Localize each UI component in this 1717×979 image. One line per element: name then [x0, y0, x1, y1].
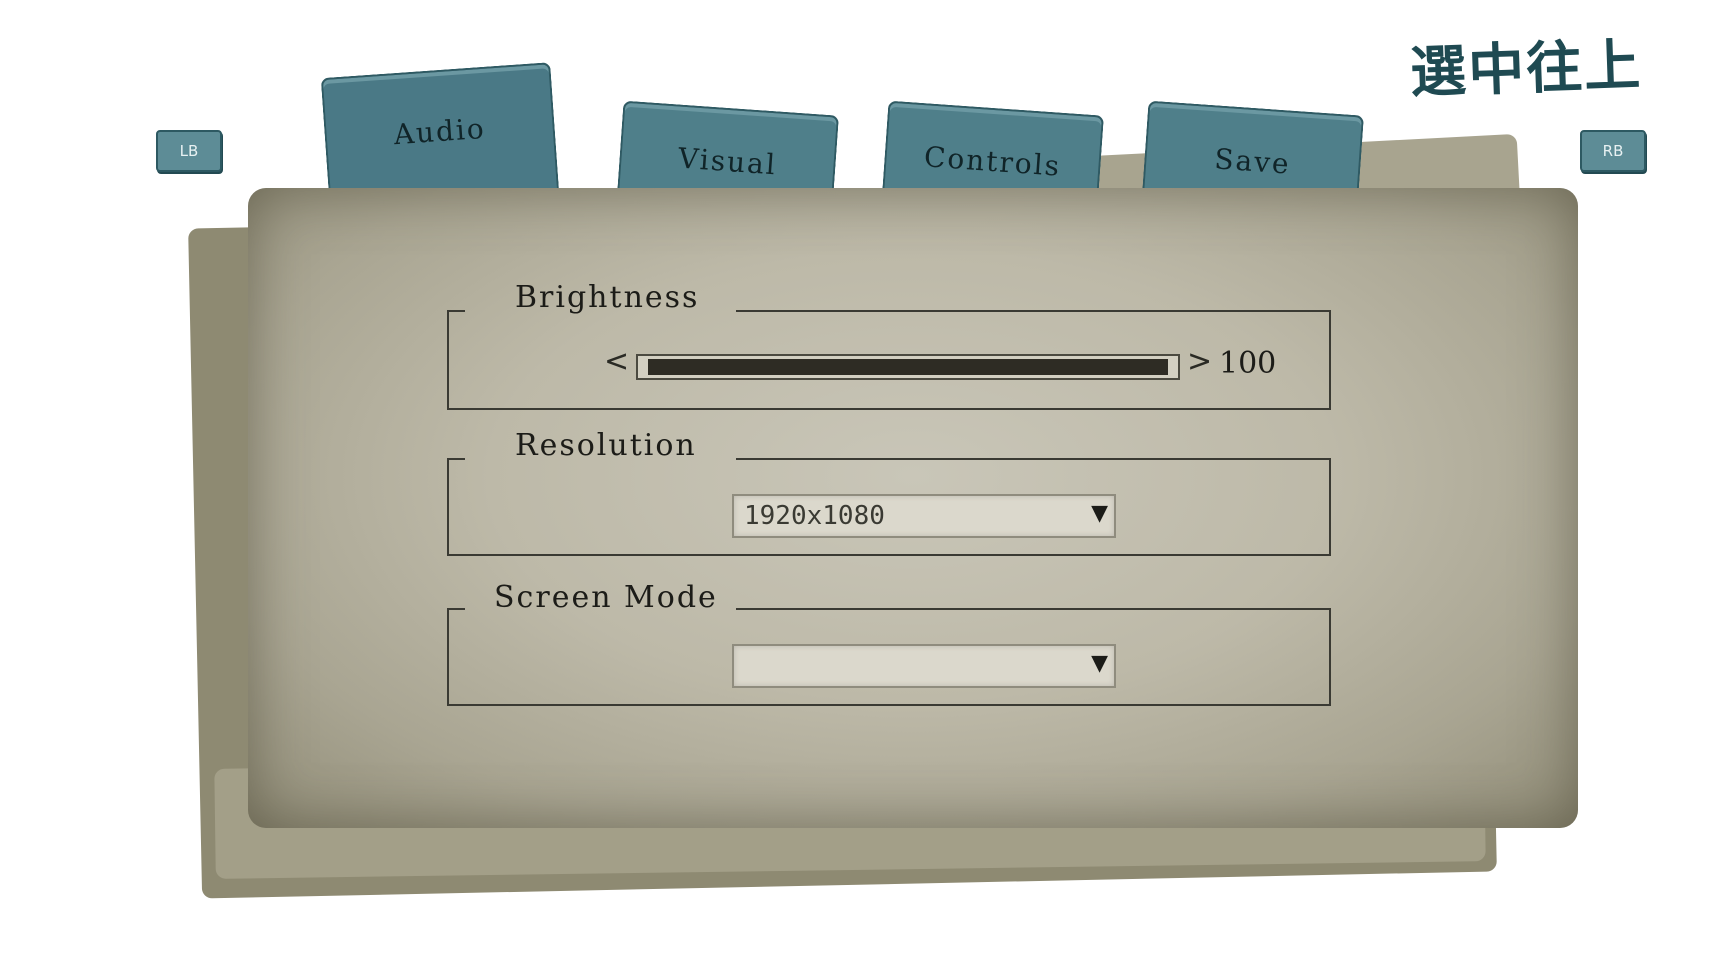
resolution-group: Resolution 1920x1080 ▼ [447, 428, 1331, 556]
tab-controls-label: Controls [923, 139, 1063, 183]
tab-visual-label: Visual [677, 141, 778, 181]
resolution-dropdown[interactable]: 1920x1080 ▼ [732, 494, 1116, 538]
corner-hint-label: 選中往上 [1409, 32, 1644, 107]
brightness-slider-fill [648, 359, 1168, 375]
settings-screen: 選中往上 LB RB Audio Visual Controls Save Br… [0, 0, 1717, 979]
brightness-value: 100 [1219, 346, 1277, 381]
dropdown-arrow-icon: ▼ [1091, 651, 1108, 676]
brightness-group: Brightness < > 100 [447, 280, 1331, 410]
lb-shoulder-button[interactable]: LB [156, 130, 222, 172]
dropdown-arrow-icon: ▼ [1091, 501, 1108, 526]
tab-save-label: Save [1213, 141, 1292, 181]
chevron-left-icon[interactable]: < [604, 344, 629, 379]
resolution-title: Resolution [515, 428, 697, 463]
screen-mode-dropdown[interactable]: ▼ [732, 644, 1116, 688]
tab-audio-label: Audio [392, 111, 487, 151]
chevron-right-icon[interactable]: > [1187, 344, 1212, 379]
screen-mode-title: Screen Mode [494, 580, 718, 615]
rb-shoulder-button[interactable]: RB [1580, 130, 1646, 172]
screen-mode-group: Screen Mode ▼ [447, 580, 1331, 706]
brightness-title: Brightness [515, 280, 700, 315]
resolution-selected-value: 1920x1080 [744, 501, 885, 531]
brightness-slider[interactable] [636, 354, 1180, 380]
